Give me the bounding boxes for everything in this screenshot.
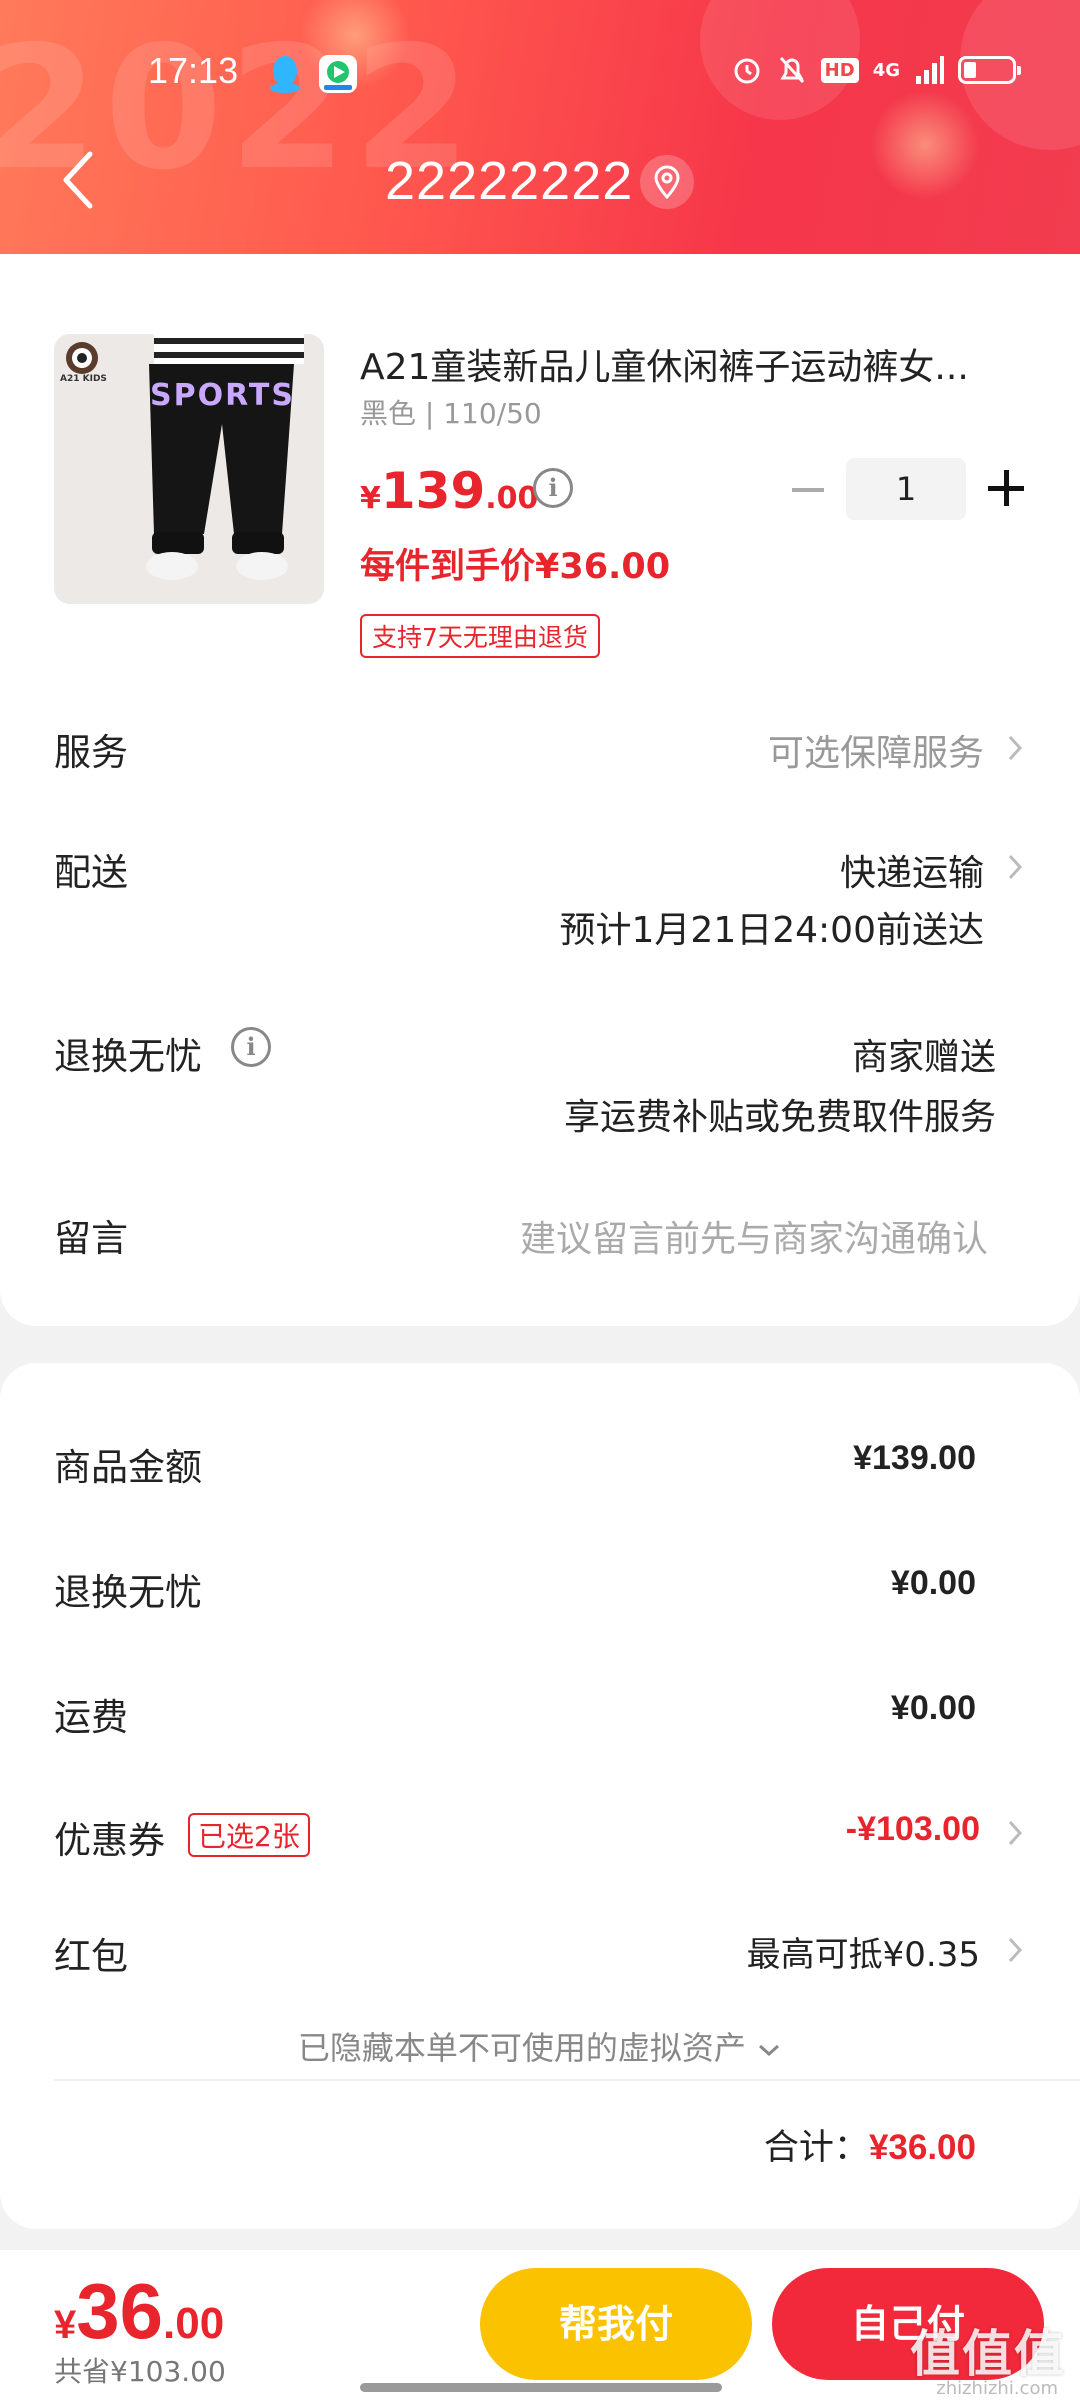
chevron-right-icon[interactable] (1006, 1818, 1024, 1848)
back-arrow-icon[interactable] (56, 148, 100, 212)
chevron-right-icon[interactable] (1006, 733, 1024, 763)
watermark: 值值值 (910, 2325, 1066, 2383)
saved-amount: 共省¥103.00 (54, 2355, 226, 2388)
delivery-label: 配送 (54, 851, 128, 894)
total-value: ¥36.00 (868, 2128, 976, 2167)
delivery-value[interactable]: 快递运输 (840, 844, 984, 896)
qq-icon (270, 56, 300, 93)
network-type: 4G (872, 59, 900, 81)
worry-free-desc: 享运费补贴或免费取件服务 (563, 1097, 996, 1138)
product-price: ¥139.00 (360, 462, 538, 520)
delivery-eta: 预计1月21日24:00前送达 (559, 910, 984, 951)
product-image-brand: A21 KIDS (60, 374, 107, 384)
status-icons: HD 4G (731, 54, 1021, 86)
coupon-count-badge: 已选2张 (188, 1813, 310, 1857)
divider (54, 2079, 1080, 2081)
coupon-value[interactable]: -¥103.00 (846, 1810, 980, 1849)
product-image[interactable]: A21 KIDS SPORTS (54, 334, 324, 604)
goods-amount-label: 商品金额 (54, 1446, 202, 1489)
service-value[interactable]: 可选保障服务 (768, 724, 984, 776)
product-image-print: SPORTS (150, 378, 295, 413)
red-packet-label: 红包 (54, 1935, 128, 1978)
goods-amount-value: ¥139.00 (853, 1439, 976, 1477)
home-indicator[interactable] (360, 2383, 722, 2392)
chevron-right-icon[interactable] (1006, 1935, 1024, 1965)
chevron-down-icon (759, 2044, 780, 2057)
coupon-label: 优惠券 (54, 1819, 165, 1862)
alarm-icon (734, 58, 760, 84)
mute-bell-icon (779, 56, 804, 84)
worry-free-label: 退换无忧 (54, 1035, 202, 1078)
worry-free-fee-label: 退换无忧 (54, 1571, 202, 1614)
signal-icon (916, 56, 944, 84)
page-title: 22222222 (385, 151, 634, 211)
worry-free-value: 商家赠送 (851, 1037, 996, 1078)
quantity-increase-button[interactable] (986, 468, 1026, 508)
order-total: 合计：¥36.00 (764, 2119, 976, 2170)
price-summary-card: 商品金额 ¥139.00 退换无忧 ¥0.00 运费 ¥0.00 优惠券 已选2… (0, 1363, 1080, 2229)
service-label: 服务 (54, 731, 128, 774)
pay-currency: ¥ (54, 2303, 77, 2347)
worry-free-fee-value: ¥0.00 (890, 1564, 976, 1602)
price-info-icon[interactable]: i (533, 468, 573, 508)
price-decimal: .00 (485, 481, 539, 516)
location-pin-icon (654, 165, 680, 199)
pay-decimal: .00 (163, 2299, 225, 2348)
total-label: 合计： (763, 2128, 869, 2168)
hidden-assets-text: 已隐藏本单不可使用的虚拟资产 (297, 2029, 746, 2067)
checkout-bar: ¥36.00 共省¥103.00 帮我付 自己付 值值值 zhizhizhi.c… (0, 2250, 1080, 2400)
status-bar: 17:13 HD 4G (0, 44, 1080, 104)
chevron-right-icon[interactable] (1006, 852, 1024, 882)
red-packet-value[interactable]: 最高可抵¥0.35 (747, 1927, 980, 1976)
message-label: 留言 (54, 1217, 128, 1260)
location-button[interactable] (640, 155, 694, 209)
pay-integer: 36 (76, 2267, 164, 2355)
product-spec: 黑色 | 110/50 (360, 397, 542, 430)
product-name[interactable]: A21童装新品儿童休闲裤子运动裤女... (360, 338, 1020, 390)
price-integer: 139 (380, 462, 486, 520)
return-policy-badge: 支持7天无理由退货 (360, 614, 600, 658)
order-card: A21 KIDS SPORTS A21童装新品儿童休闲裤子运动裤女... 黑色 … (0, 254, 1080, 1326)
price-currency: ¥ (360, 481, 381, 516)
status-time: 17:13 (148, 50, 239, 91)
help-me-pay-button[interactable]: 帮我付 (480, 2268, 752, 2380)
shipping-value: ¥0.00 (890, 1689, 976, 1727)
header: 2022 17:13 HD 4G 22222222 (0, 0, 1080, 254)
worry-free-info-icon[interactable]: i (231, 1027, 271, 1067)
pay-amount: ¥36.00 (54, 2266, 224, 2357)
hd-badge: HD (820, 57, 859, 83)
header-decor-firework (870, 90, 980, 200)
hidden-assets-toggle[interactable]: 已隐藏本单不可使用的虚拟资产 (0, 2023, 1080, 2069)
unit-price: 每件到手价¥36.00 (360, 547, 671, 587)
message-input[interactable]: 建议留言前先与商家沟通确认 (520, 1210, 988, 1262)
battery-icon (958, 56, 1021, 84)
quantity-value[interactable]: 1 (846, 458, 966, 520)
video-app-icon (319, 55, 357, 93)
watermark-url: zhizhizhi.com (936, 2378, 1058, 2399)
shipping-label: 运费 (54, 1696, 128, 1739)
quantity-decrease-button[interactable] (788, 470, 828, 510)
